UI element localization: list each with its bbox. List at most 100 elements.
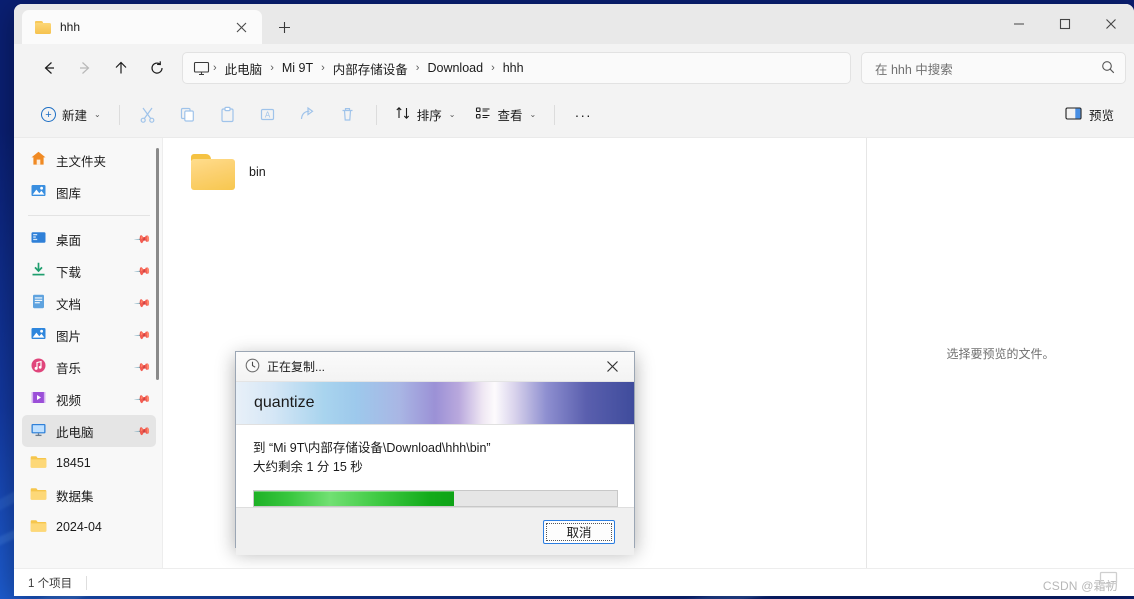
- more-options-button[interactable]: ···: [564, 99, 602, 131]
- pin-icon[interactable]: 📌: [134, 390, 153, 408]
- close-icon[interactable]: [594, 353, 630, 381]
- pin-icon[interactable]: 📌: [134, 230, 153, 248]
- dialog-title-bar: 正在复制...: [236, 352, 634, 382]
- sidebar-item-label: 2024-04: [56, 520, 102, 534]
- pictures-icon: [30, 325, 47, 345]
- music-icon: [30, 357, 47, 377]
- copy-button[interactable]: [169, 99, 207, 131]
- up-arrow-icon[interactable]: [104, 51, 138, 85]
- address-bar: › 此电脑 › Mi 9T › 内部存储设备 › Download › hhh …: [14, 44, 1134, 92]
- close-icon[interactable]: [228, 14, 254, 40]
- tab-hhh[interactable]: hhh: [22, 10, 262, 44]
- cut-button[interactable]: [129, 99, 167, 131]
- search-input[interactable]: 在 hhh 中搜索: [861, 52, 1126, 84]
- sidebar-item-documents[interactable]: 文档 📌: [22, 287, 156, 319]
- breadcrumb-item-mi9t[interactable]: Mi 9T: [275, 58, 320, 78]
- new-button-label: 新建: [62, 109, 88, 123]
- navigation-sidebar[interactable]: 主文件夹 图库 桌面 📌 下载 📌 文档 📌 图片 📌 音乐 📌 视频 📌 此电…: [14, 138, 162, 568]
- status-bar: 1 个项目: [14, 568, 1134, 596]
- breadcrumb-item-download[interactable]: Download: [420, 58, 490, 78]
- file-name: bin: [249, 165, 266, 179]
- sidebar-divider: [28, 215, 150, 216]
- breadcrumb-item-this-pc[interactable]: 此电脑: [218, 56, 270, 81]
- sidebar-item-pictures[interactable]: 图片 📌: [22, 319, 156, 351]
- new-tab-button[interactable]: [271, 14, 297, 40]
- sidebar-item-videos[interactable]: 视频 📌: [22, 383, 156, 415]
- maximize-icon[interactable]: [1042, 8, 1088, 40]
- sidebar-scrollbar[interactable]: [156, 148, 159, 380]
- sidebar-item-label: 18451: [56, 456, 91, 470]
- file-explorer-window: hhh › 此电脑 › Mi 9T › 内部存储设备 › Download › …: [14, 4, 1134, 596]
- svg-text:A: A: [265, 111, 271, 120]
- search-placeholder: 在 hhh 中搜索: [875, 62, 953, 77]
- watermark-monitor-icon: [1099, 571, 1118, 593]
- preview-toggle-button[interactable]: 预览: [1055, 99, 1124, 131]
- divider: [86, 575, 88, 590]
- sidebar-item-18451[interactable]: 18451: [22, 447, 156, 479]
- breadcrumb-item-hhh[interactable]: hhh: [496, 58, 531, 78]
- this-pc-icon: [30, 421, 47, 441]
- chevron-down-icon: ⌄: [94, 110, 101, 119]
- sidebar-item-gallery[interactable]: 图库: [22, 176, 156, 208]
- share-button[interactable]: [289, 99, 327, 131]
- dialog-footer: 取消: [236, 507, 634, 555]
- preview-pane-icon: [1065, 106, 1082, 124]
- destination-path: 到 “Mi 9T\内部存储设备\Download\hhh\bin”: [253, 441, 491, 455]
- dialog-banner: quantize: [236, 382, 634, 425]
- breadcrumb-separator: ›: [213, 62, 217, 74]
- sidebar-item-dataset[interactable]: 数据集: [22, 479, 156, 511]
- pin-icon[interactable]: 📌: [134, 422, 153, 440]
- sidebar-item-this-pc[interactable]: 此电脑 📌: [22, 415, 156, 447]
- divider: [118, 104, 120, 125]
- sidebar-item-home[interactable]: 主文件夹: [22, 144, 156, 176]
- window-controls: [996, 4, 1134, 44]
- view-button[interactable]: 查看 ⌄: [466, 99, 545, 131]
- folder-icon: [30, 519, 47, 536]
- list-item[interactable]: bin: [185, 146, 345, 198]
- tab-strip: hhh: [14, 4, 1134, 44]
- sidebar-item-label: 视频: [56, 393, 82, 408]
- preview-pane: 选择要预览的文件。: [866, 138, 1134, 568]
- folder-icon: [35, 20, 51, 34]
- tab-label: hhh: [60, 20, 81, 34]
- paste-button[interactable]: [209, 99, 247, 131]
- forward-arrow-icon[interactable]: [68, 51, 102, 85]
- documents-icon: [30, 293, 47, 313]
- sort-button[interactable]: 排序 ⌄: [386, 99, 465, 131]
- cancel-button[interactable]: 取消: [543, 519, 615, 544]
- downloads-icon: [30, 261, 47, 281]
- refresh-icon[interactable]: [140, 51, 174, 85]
- chevron-down-icon: ⌄: [448, 110, 456, 119]
- rename-button[interactable]: A: [249, 99, 287, 131]
- new-button[interactable]: + 新建 ⌄: [32, 99, 110, 131]
- sort-icon: [395, 105, 411, 124]
- pin-icon[interactable]: 📌: [134, 294, 153, 312]
- delete-button[interactable]: [329, 99, 367, 131]
- copy-operation-title: quantize: [254, 394, 315, 411]
- sidebar-item-desktop[interactable]: 桌面 📌: [22, 223, 156, 255]
- sidebar-item-2024-04[interactable]: 2024-04: [22, 511, 156, 543]
- sidebar-item-label: 桌面: [56, 233, 82, 248]
- pin-icon[interactable]: 📌: [134, 358, 153, 376]
- sidebar-item-label: 数据集: [56, 489, 94, 504]
- sort-label: 排序: [416, 109, 442, 123]
- sidebar-item-label: 图库: [56, 186, 82, 201]
- divider: [375, 104, 377, 125]
- breadcrumb-item-internal-storage[interactable]: 内部存储设备: [326, 56, 415, 81]
- folder-icon: [30, 487, 47, 504]
- sidebar-item-music[interactable]: 音乐 📌: [22, 351, 156, 383]
- sidebar-item-label: 文档: [56, 297, 82, 312]
- close-icon[interactable]: [1088, 8, 1134, 40]
- sidebar-item-label: 音乐: [56, 361, 82, 376]
- back-arrow-icon[interactable]: [32, 51, 66, 85]
- divider: [554, 104, 556, 125]
- minimize-icon[interactable]: [996, 8, 1042, 40]
- pin-icon[interactable]: 📌: [134, 326, 153, 344]
- pin-icon[interactable]: 📌: [134, 262, 153, 280]
- ellipsis-icon: ···: [574, 106, 592, 123]
- sidebar-item-downloads[interactable]: 下载 📌: [22, 255, 156, 287]
- content-area: 主文件夹 图库 桌面 📌 下载 📌 文档 📌 图片 📌 音乐 📌 视频 📌 此电…: [14, 137, 1134, 568]
- this-pc-icon: [193, 61, 210, 76]
- dialog-title: 正在复制...: [267, 360, 326, 374]
- breadcrumb[interactable]: › 此电脑 › Mi 9T › 内部存储设备 › Download › hhh: [182, 52, 851, 84]
